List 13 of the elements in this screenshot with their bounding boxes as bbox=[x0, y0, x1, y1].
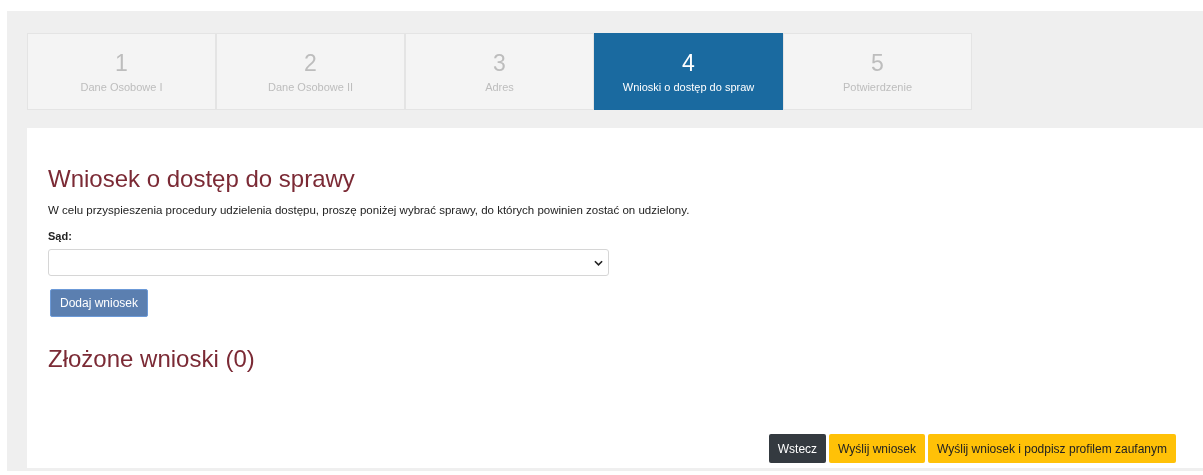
add-request-button[interactable]: Dodaj wniosek bbox=[50, 289, 149, 317]
section-heading: Złożone wnioski (0) bbox=[48, 344, 256, 374]
section-heading: Wniosek o dostęp do sprawy bbox=[48, 164, 356, 194]
description-text: W celu przyspieszenia procedury udzielenia dostępu, proszę poniżej wybrać sprawy, do których powinien zostać on udzielony. bbox=[48, 204, 691, 216]
field-label: Sąd: bbox=[48, 230, 73, 242]
step-number: 4 bbox=[682, 50, 695, 76]
step-tab[interactable]: 4 Wnioski o dostęp do spraw bbox=[594, 33, 783, 110]
submit-button[interactable]: Wyślij wniosek i podpisz profilem zaufanym bbox=[928, 434, 1176, 463]
chevron-down-icon bbox=[594, 259, 603, 266]
back-button[interactable]: Wstecz bbox=[768, 434, 827, 463]
court-select[interactable] bbox=[48, 249, 609, 276]
step-label: Wnioski o dostęp do spraw bbox=[622, 81, 755, 93]
submit-button[interactable]: Wyślij wniosek bbox=[829, 434, 925, 463]
